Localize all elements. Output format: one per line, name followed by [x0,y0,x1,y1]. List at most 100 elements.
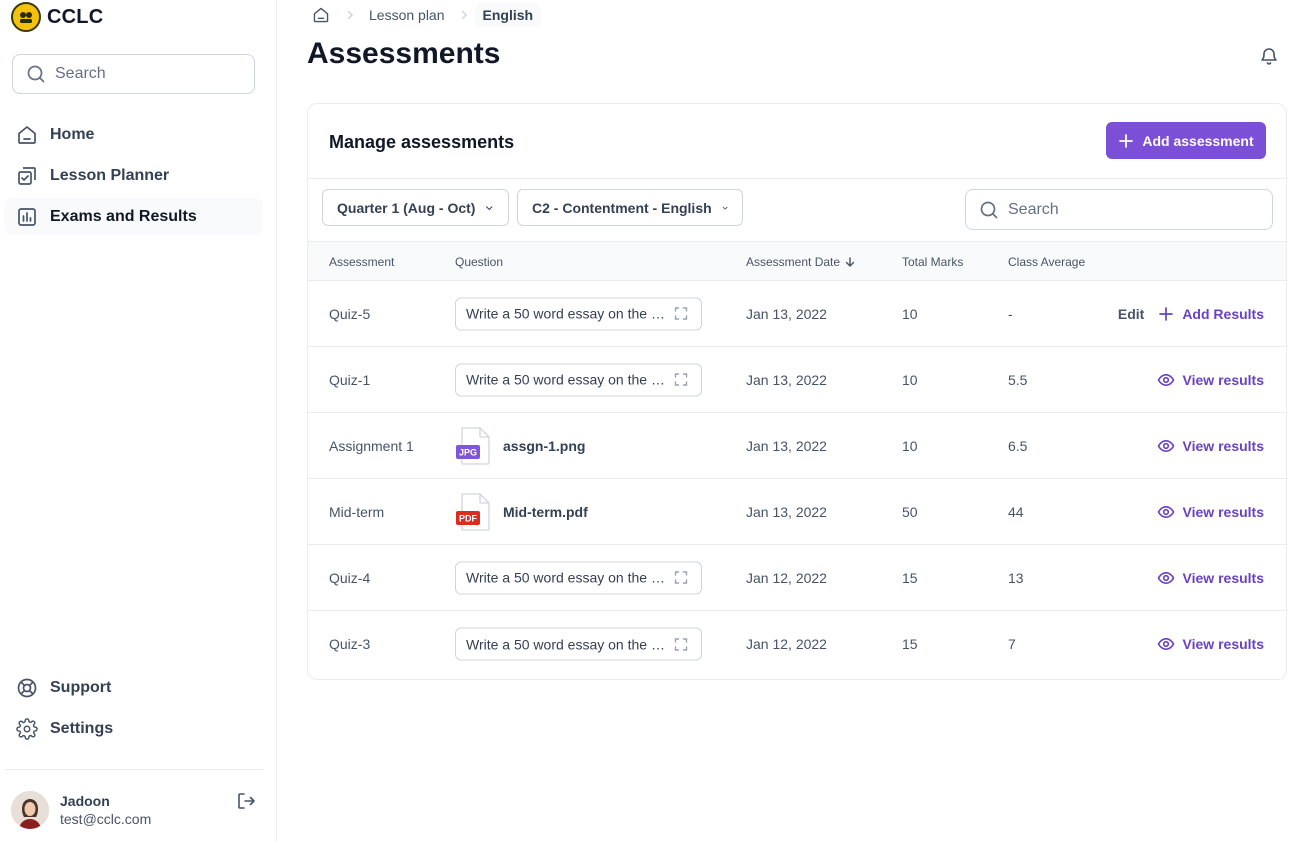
avatar[interactable] [11,791,49,829]
assessment-date: Jan 13, 2022 [746,503,827,520]
class-average: 6.5 [1008,437,1028,454]
nav-item-settings[interactable]: Settings [5,710,262,747]
column-question: Question [455,255,504,269]
column-assessment-date[interactable]: Assessment Date [746,255,856,269]
nav-label: Lesson Planner [50,166,170,184]
attachment[interactable]: PDF Mid-term.pdf [455,492,588,531]
nav-label: Support [50,678,112,696]
view-results-button[interactable]: View results [1157,437,1264,455]
assessment-name: Quiz-1 [329,371,371,388]
expand-icon [674,637,688,651]
add-results-label: Add Results [1182,305,1264,322]
assessment-name: Quiz-4 [329,569,371,586]
add-assessment-button[interactable]: Add assessment [1106,122,1266,159]
home-icon [16,124,38,146]
nav-item-home[interactable]: Home [5,116,262,153]
question-field[interactable]: Write a 50 word essay on the t... [455,363,702,396]
view-results-button[interactable]: View results [1157,635,1264,653]
divider [308,178,1286,179]
row-actions: View results [1157,437,1264,455]
total-marks: 10 [902,437,918,454]
chevron-right-icon [345,10,355,20]
logout-icon[interactable] [236,791,256,811]
class-average: 5.5 [1008,371,1028,388]
search-icon [26,64,46,84]
table-row: Assignment 1 JPG assgn-1.png Jan 13, 202… [308,413,1286,479]
jpg-file-icon: JPG [456,426,490,465]
column-total-marks: Total Marks [902,255,964,269]
question-text: Write a 50 word essay on the t... [466,636,666,652]
search-icon [979,200,999,220]
sidebar-search-input[interactable]: Search [12,54,255,94]
assessment-date: Jan 13, 2022 [746,371,827,388]
svg-text:PDF: PDF [459,513,478,523]
row-actions: Edit Add Results [1118,306,1264,322]
file-name: assgn-1.png [503,437,586,454]
gear-icon [16,717,38,740]
edit-button[interactable]: Edit [1118,306,1144,322]
sidebar: CCLC Search Home Lesson Planner Exams an… [0,0,277,841]
nav-item-lesson-planner[interactable]: Lesson Planner [5,157,262,194]
question-text: Write a 50 word essay on the t... [466,569,666,586]
nav-item-exams-and-results[interactable]: Exams and Results [5,198,262,235]
table-row: Quiz-3 Write a 50 word essay on the t...… [308,611,1286,677]
attachment[interactable]: JPG assgn-1.png [455,426,586,465]
search-placeholder: Search [1008,200,1059,218]
assessment-search-input[interactable]: Search [965,189,1273,230]
plus-icon [1119,133,1134,148]
home-icon[interactable] [311,5,331,25]
breadcrumb: Lesson plan English [311,3,542,27]
table-row: Mid-term PDF Mid-term.pdf Jan 13, 2022 5… [308,479,1286,545]
question-field[interactable]: Write a 50 word essay on the t... [455,297,702,330]
secondary-nav: Support Settings [5,669,262,751]
brand[interactable]: CCLC [11,1,103,33]
assessment-name: Mid-term [329,503,385,520]
view-results-button[interactable]: View results [1157,371,1264,389]
total-marks: 10 [902,305,918,322]
question-field[interactable]: Write a 50 word essay on the t... [455,561,702,594]
breadcrumb-lesson-plan[interactable]: Lesson plan [369,7,445,23]
total-marks: 15 [902,636,918,652]
eye-icon [1157,637,1174,651]
column-class-average: Class Average [1008,255,1086,269]
table-header: Assessment Question Assessment Date Tota… [308,241,1286,281]
expand-icon [674,307,688,320]
breadcrumb-current[interactable]: English [474,3,542,27]
user-profile: Jadoon test@cclc.com [11,791,261,829]
row-actions: View results [1157,635,1264,653]
card-title: Manage assessments [329,132,515,152]
nav-label: Settings [50,719,114,737]
row-actions: View results [1157,503,1264,521]
class-select-value: C2 - Contentment - English [532,199,712,216]
view-results-button[interactable]: View results [1157,503,1264,521]
view-results-label: View results [1182,636,1264,652]
question-text: Write a 50 word essay on the t... [466,305,666,322]
nav-label: Home [50,125,95,143]
class-select[interactable]: C2 - Contentment - English [517,189,743,226]
quarter-select[interactable]: Quarter 1 (Aug - Oct) [322,189,509,226]
main-nav: Home Lesson Planner Exams and Results [5,116,262,239]
view-results-button[interactable]: View results [1157,569,1264,587]
arrow-down-icon [845,257,855,267]
add-assessment-label: Add assessment [1142,132,1254,149]
total-marks: 10 [902,371,918,388]
chevron-right-icon [459,10,469,20]
bell-icon[interactable] [1259,46,1279,66]
assessment-date: Jan 13, 2022 [746,305,827,322]
class-average: 13 [1008,569,1024,586]
view-results-label: View results [1182,437,1264,454]
plus-icon [1159,306,1174,321]
nav-item-support[interactable]: Support [5,669,262,706]
chevron-down-icon [486,205,493,210]
question-field[interactable]: Write a 50 word essay on the t... [455,627,702,661]
file-name: Mid-term.pdf [503,503,588,520]
column-assessment: Assessment [329,255,395,269]
eye-icon [1157,571,1174,584]
divider [5,769,263,770]
add-results-button[interactable]: Add Results [1158,306,1264,322]
column-label: Assessment Date [746,255,841,269]
expand-icon [674,571,688,584]
class-average: 44 [1008,503,1024,520]
user-email: test@cclc.com [60,811,152,827]
svg-text:JPG: JPG [459,447,477,457]
